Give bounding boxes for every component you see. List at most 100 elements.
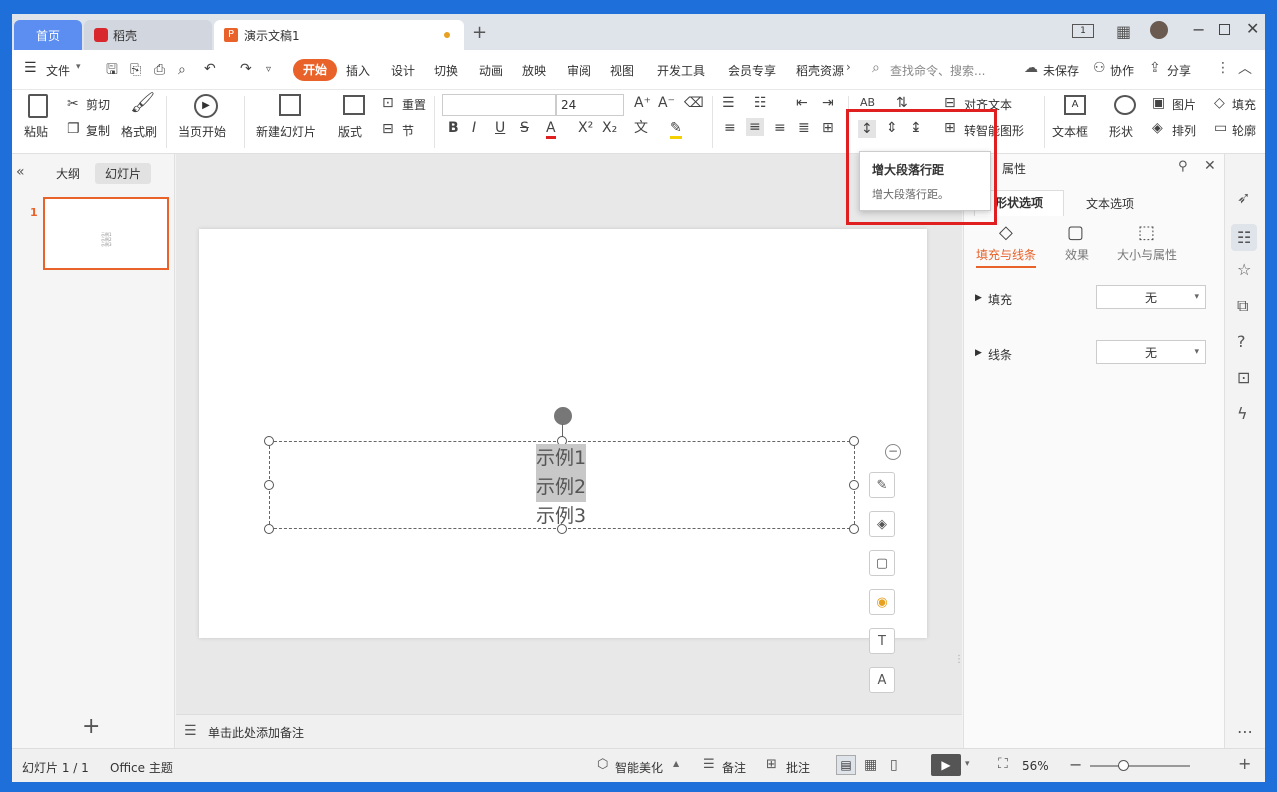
superscript-icon[interactable]: X² <box>578 120 593 136</box>
effect-icon[interactable]: ▢ <box>1067 222 1084 243</box>
fill-line-icon[interactable]: ◇ <box>999 222 1013 243</box>
clear-format-icon[interactable]: ⌫ <box>684 95 704 111</box>
highlight-icon[interactable]: ✎ <box>670 120 682 139</box>
resize-handle[interactable] <box>849 524 859 534</box>
align-center-icon[interactable]: ≡ <box>746 118 764 136</box>
normal-view-icon[interactable]: ▤ <box>836 755 856 775</box>
tab-outline[interactable]: 大纲 <box>56 165 80 182</box>
decrease-indent-icon[interactable]: ⇤ <box>796 95 808 111</box>
font-size-select[interactable]: 24 <box>556 94 624 116</box>
export-pdf-icon[interactable]: ⎘ <box>130 62 141 78</box>
format-painter-button[interactable]: 格式刷 <box>121 123 157 140</box>
close-window-icon[interactable]: ✕ <box>1246 19 1259 38</box>
backup-icon[interactable]: ⊡ <box>1237 368 1250 387</box>
play-icon[interactable]: ▶ <box>194 94 218 118</box>
tab-slides[interactable]: 幻灯片 <box>95 163 152 184</box>
quick-textstyle-button[interactable]: A <box>869 667 895 693</box>
zoom-out-icon[interactable]: − <box>1069 755 1082 774</box>
reset-button[interactable]: 重置 <box>402 96 426 113</box>
collapse-tools-icon[interactable]: − <box>885 444 901 460</box>
search-input[interactable]: 查找命令、搜索... <box>890 62 985 79</box>
fill-button[interactable]: 填充 <box>1232 96 1265 113</box>
properties-icon[interactable]: ☷ <box>1231 224 1258 251</box>
resize-handle[interactable] <box>849 480 859 490</box>
chevron-right-icon[interactable]: › <box>846 60 851 74</box>
phonetic-icon[interactable]: 文 <box>634 120 648 136</box>
slideshow-icon[interactable]: ⧉ <box>1237 296 1248 316</box>
subtab-effect[interactable]: 效果 <box>1065 246 1089 263</box>
zoom-slider-thumb[interactable] <box>1118 760 1129 771</box>
more-horizontal-icon[interactable]: ⋯ <box>1237 722 1253 741</box>
quick-style-button[interactable]: ✎ <box>869 472 895 498</box>
pin-icon[interactable]: ⚲ <box>1178 159 1188 174</box>
shape-icon[interactable] <box>1114 95 1136 115</box>
justify-icon[interactable]: ≣ <box>798 120 810 136</box>
italic-icon[interactable]: I <box>472 120 476 136</box>
quick-idea-button[interactable]: ◉ <box>869 589 895 615</box>
slide-text-line[interactable]: 示例2 <box>536 473 587 502</box>
menu-transition[interactable]: 切换 <box>434 62 458 79</box>
lightning-icon[interactable]: ϟ <box>1237 404 1248 423</box>
resize-handle[interactable] <box>264 524 274 534</box>
collapse-ribbon-icon[interactable]: ︿ <box>1238 58 1252 78</box>
font-name-select[interactable] <box>442 94 556 116</box>
bullet-list-icon[interactable]: ☰ <box>722 95 735 111</box>
strikethrough-icon[interactable]: S <box>520 120 529 136</box>
section-icon[interactable]: ⊟ <box>382 121 394 137</box>
slide-thumbnail[interactable]: 示例1 示例2 示例3 <box>43 197 169 270</box>
play-from-current-button[interactable]: 当页开始 <box>178 123 226 140</box>
arrange-button[interactable]: 排列 <box>1172 122 1196 139</box>
slide-text[interactable]: 示例1 示例2 示例3 <box>536 444 587 531</box>
subtab-size[interactable]: 大小与属性 <box>1117 246 1177 263</box>
arrange-icon[interactable]: ◈ <box>1152 120 1163 136</box>
cut-button[interactable]: 剪切 <box>86 96 110 113</box>
rocket-icon[interactable]: ➶ <box>1237 188 1250 207</box>
format-painter-icon[interactable]: 🖌 <box>130 92 155 112</box>
collab-button[interactable]: 协作 <box>1110 62 1134 79</box>
sorter-view-icon[interactable]: ▦ <box>864 757 877 773</box>
cut-icon[interactable]: ✂ <box>67 96 79 112</box>
numbered-list-icon[interactable]: ☷ <box>754 95 767 111</box>
hamburger-icon[interactable]: ☰ <box>24 60 37 76</box>
shape-button[interactable]: 形状 <box>1109 123 1133 140</box>
layout-icon[interactable] <box>343 95 365 115</box>
expand-fill-icon[interactable]: ▶ <box>975 293 982 303</box>
quick-fill-button[interactable]: ◈ <box>869 511 895 537</box>
menu-slideshow[interactable]: 放映 <box>522 62 546 79</box>
menu-developer[interactable]: 开发工具 <box>657 62 705 79</box>
rotate-handle[interactable] <box>554 407 572 425</box>
notes-placeholder[interactable]: 单击此处添加备注 <box>208 724 304 741</box>
layout-toggle-icon[interactable]: 1 <box>1072 24 1094 38</box>
share-button[interactable]: 分享 <box>1167 62 1191 79</box>
outline-icon[interactable]: ▭ <box>1214 120 1227 136</box>
paste-icon[interactable] <box>28 94 48 118</box>
menu-insert[interactable]: 插入 <box>346 62 370 79</box>
reset-icon[interactable]: ⊡ <box>382 95 394 111</box>
more-vertical-icon[interactable]: ⋮ <box>1216 60 1230 76</box>
bold-icon[interactable]: B <box>448 120 459 136</box>
align-right-icon[interactable]: ≡ <box>774 120 786 136</box>
fill-dropdown[interactable]: 无 ▾ <box>1096 285 1206 309</box>
menu-review[interactable]: 审阅 <box>567 62 591 79</box>
collapse-pane-icon[interactable]: « <box>16 164 25 180</box>
menu-member[interactable]: 会员专享 <box>728 62 776 79</box>
textbox-button[interactable]: 文本框 <box>1052 123 1088 140</box>
copy-button[interactable]: 复制 <box>86 122 110 139</box>
increase-indent-icon[interactable]: ⇥ <box>822 95 834 111</box>
resize-handle[interactable] <box>264 436 274 446</box>
maximize-icon[interactable] <box>1219 24 1230 35</box>
tab-document[interactable]: P 演示文稿1 <box>214 20 464 50</box>
subtab-fill-line[interactable]: 填充与线条 <box>976 246 1037 268</box>
menu-animation[interactable]: 动画 <box>479 62 503 79</box>
size-property-icon[interactable]: ⬚ <box>1138 222 1155 243</box>
quick-outline-button[interactable]: ▢ <box>869 550 895 576</box>
new-slide-button[interactable]: 新建幻灯片 <box>256 123 316 140</box>
resize-handle[interactable] <box>264 480 274 490</box>
resize-handle[interactable] <box>849 436 859 446</box>
tab-home[interactable]: 首页 <box>14 20 82 50</box>
unsaved-status[interactable]: 未保存 <box>1043 62 1079 79</box>
close-panel-icon[interactable]: ✕ <box>1204 158 1216 174</box>
zoom-slider[interactable] <box>1090 760 1190 771</box>
apps-grid-icon[interactable]: ▦ <box>1116 22 1131 41</box>
distribute-icon[interactable]: ⊞ <box>822 120 834 136</box>
